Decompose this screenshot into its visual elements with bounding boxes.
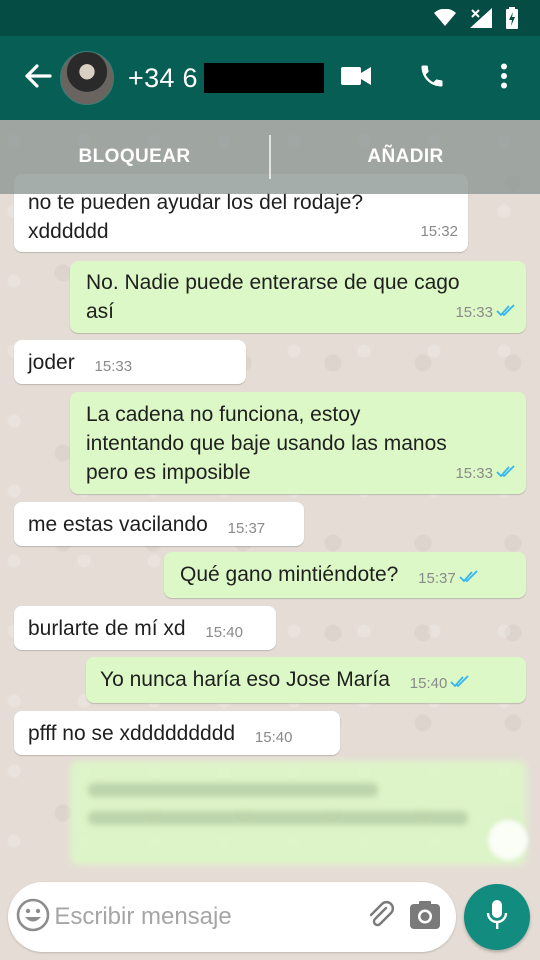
voice-record-button[interactable] [464, 884, 530, 950]
message-time: 15:33 [94, 358, 133, 375]
arrow-back-icon [24, 63, 52, 93]
message-composer [8, 882, 456, 952]
scroll-down-button[interactable] [488, 820, 528, 860]
outgoing-message[interactable]: Yo nunca haría eso Jose María 15:40 [86, 657, 526, 703]
message-text: Yo nunca haría eso Jose María [100, 668, 390, 691]
more-options-button[interactable] [476, 50, 532, 106]
message-text: burlarte de mí xd [28, 617, 186, 640]
paperclip-icon [366, 900, 396, 935]
message-time: 15:40 [410, 669, 471, 698]
camera-icon [409, 900, 441, 935]
incoming-message[interactable]: joder 15:33 [14, 340, 246, 384]
message-text: Qué gano mintiéndote? [180, 563, 399, 586]
emoji-button[interactable] [12, 887, 54, 947]
message-time: 15:40 [205, 624, 243, 641]
phone-icon [418, 62, 446, 95]
message-text: pero es imposible [86, 461, 251, 484]
message-time: 15:33 [455, 459, 516, 488]
message-text: La cadena no funciona, estoy [86, 403, 361, 426]
incoming-message[interactable]: burlarte de mí xd 15:40 [14, 606, 276, 650]
attach-button[interactable] [364, 893, 398, 941]
message-time: 15:33 [455, 298, 516, 327]
message-text: joder [28, 351, 75, 374]
avatar[interactable] [60, 51, 114, 105]
contact-name[interactable]: +34 6 [128, 63, 324, 94]
signal-icon [470, 8, 492, 28]
add-contact-button[interactable]: AÑADIR [271, 146, 540, 168]
voice-call-button[interactable] [404, 50, 460, 106]
back-button[interactable] [18, 58, 58, 98]
emoji-icon [16, 898, 50, 937]
block-button[interactable]: BLOQUEAR [0, 146, 269, 168]
message-input[interactable] [54, 903, 365, 931]
more-vert-icon [500, 63, 508, 94]
chat-header: +34 6 [0, 36, 540, 120]
read-receipt-icon [496, 459, 516, 488]
header-actions [328, 36, 540, 120]
battery-icon [506, 7, 518, 29]
outgoing-message[interactable]: No. Nadie puede enterarse de que cago as… [70, 261, 526, 333]
blurred-message [70, 761, 526, 865]
message-time: 15:37 [227, 520, 266, 537]
outgoing-message[interactable]: Qué gano mintiéndote? 15:37 [164, 552, 526, 598]
wifi-icon [434, 9, 456, 27]
message-text: xdddddd [28, 220, 109, 243]
read-receipt-icon [459, 564, 479, 593]
unknown-contact-banner: BLOQUEAR AÑADIR [0, 120, 540, 194]
message-list[interactable]: no te pueden ayudar los del rodaje? xddd… [0, 120, 540, 880]
videocam-icon [341, 66, 371, 91]
contact-number: +34 6 [128, 62, 198, 93]
message-text: No. Nadie puede enterarse de que cago [86, 271, 460, 294]
message-time: 15:37 [418, 564, 479, 593]
video-call-button[interactable] [328, 50, 384, 106]
status-bar [0, 0, 540, 36]
outgoing-message[interactable]: La cadena no funciona, estoy intentando … [70, 392, 526, 494]
message-time: 15:32 [420, 223, 458, 240]
camera-button[interactable] [408, 893, 442, 941]
microphone-icon [486, 899, 508, 936]
message-time: 15:40 [254, 729, 293, 746]
incoming-message[interactable]: me estas vacilando 15:37 [14, 502, 304, 546]
read-receipt-icon [450, 669, 470, 698]
redaction-bar [203, 63, 324, 93]
message-text: así [86, 300, 115, 323]
message-text: me estas vacilando [28, 513, 208, 536]
message-text: intentando que baje usando las manos [86, 432, 447, 455]
message-text: pfff no se xddddddddd [28, 722, 236, 745]
read-receipt-icon [496, 298, 516, 327]
incoming-message[interactable]: pfff no se xddddddddd 15:40 [14, 711, 340, 755]
